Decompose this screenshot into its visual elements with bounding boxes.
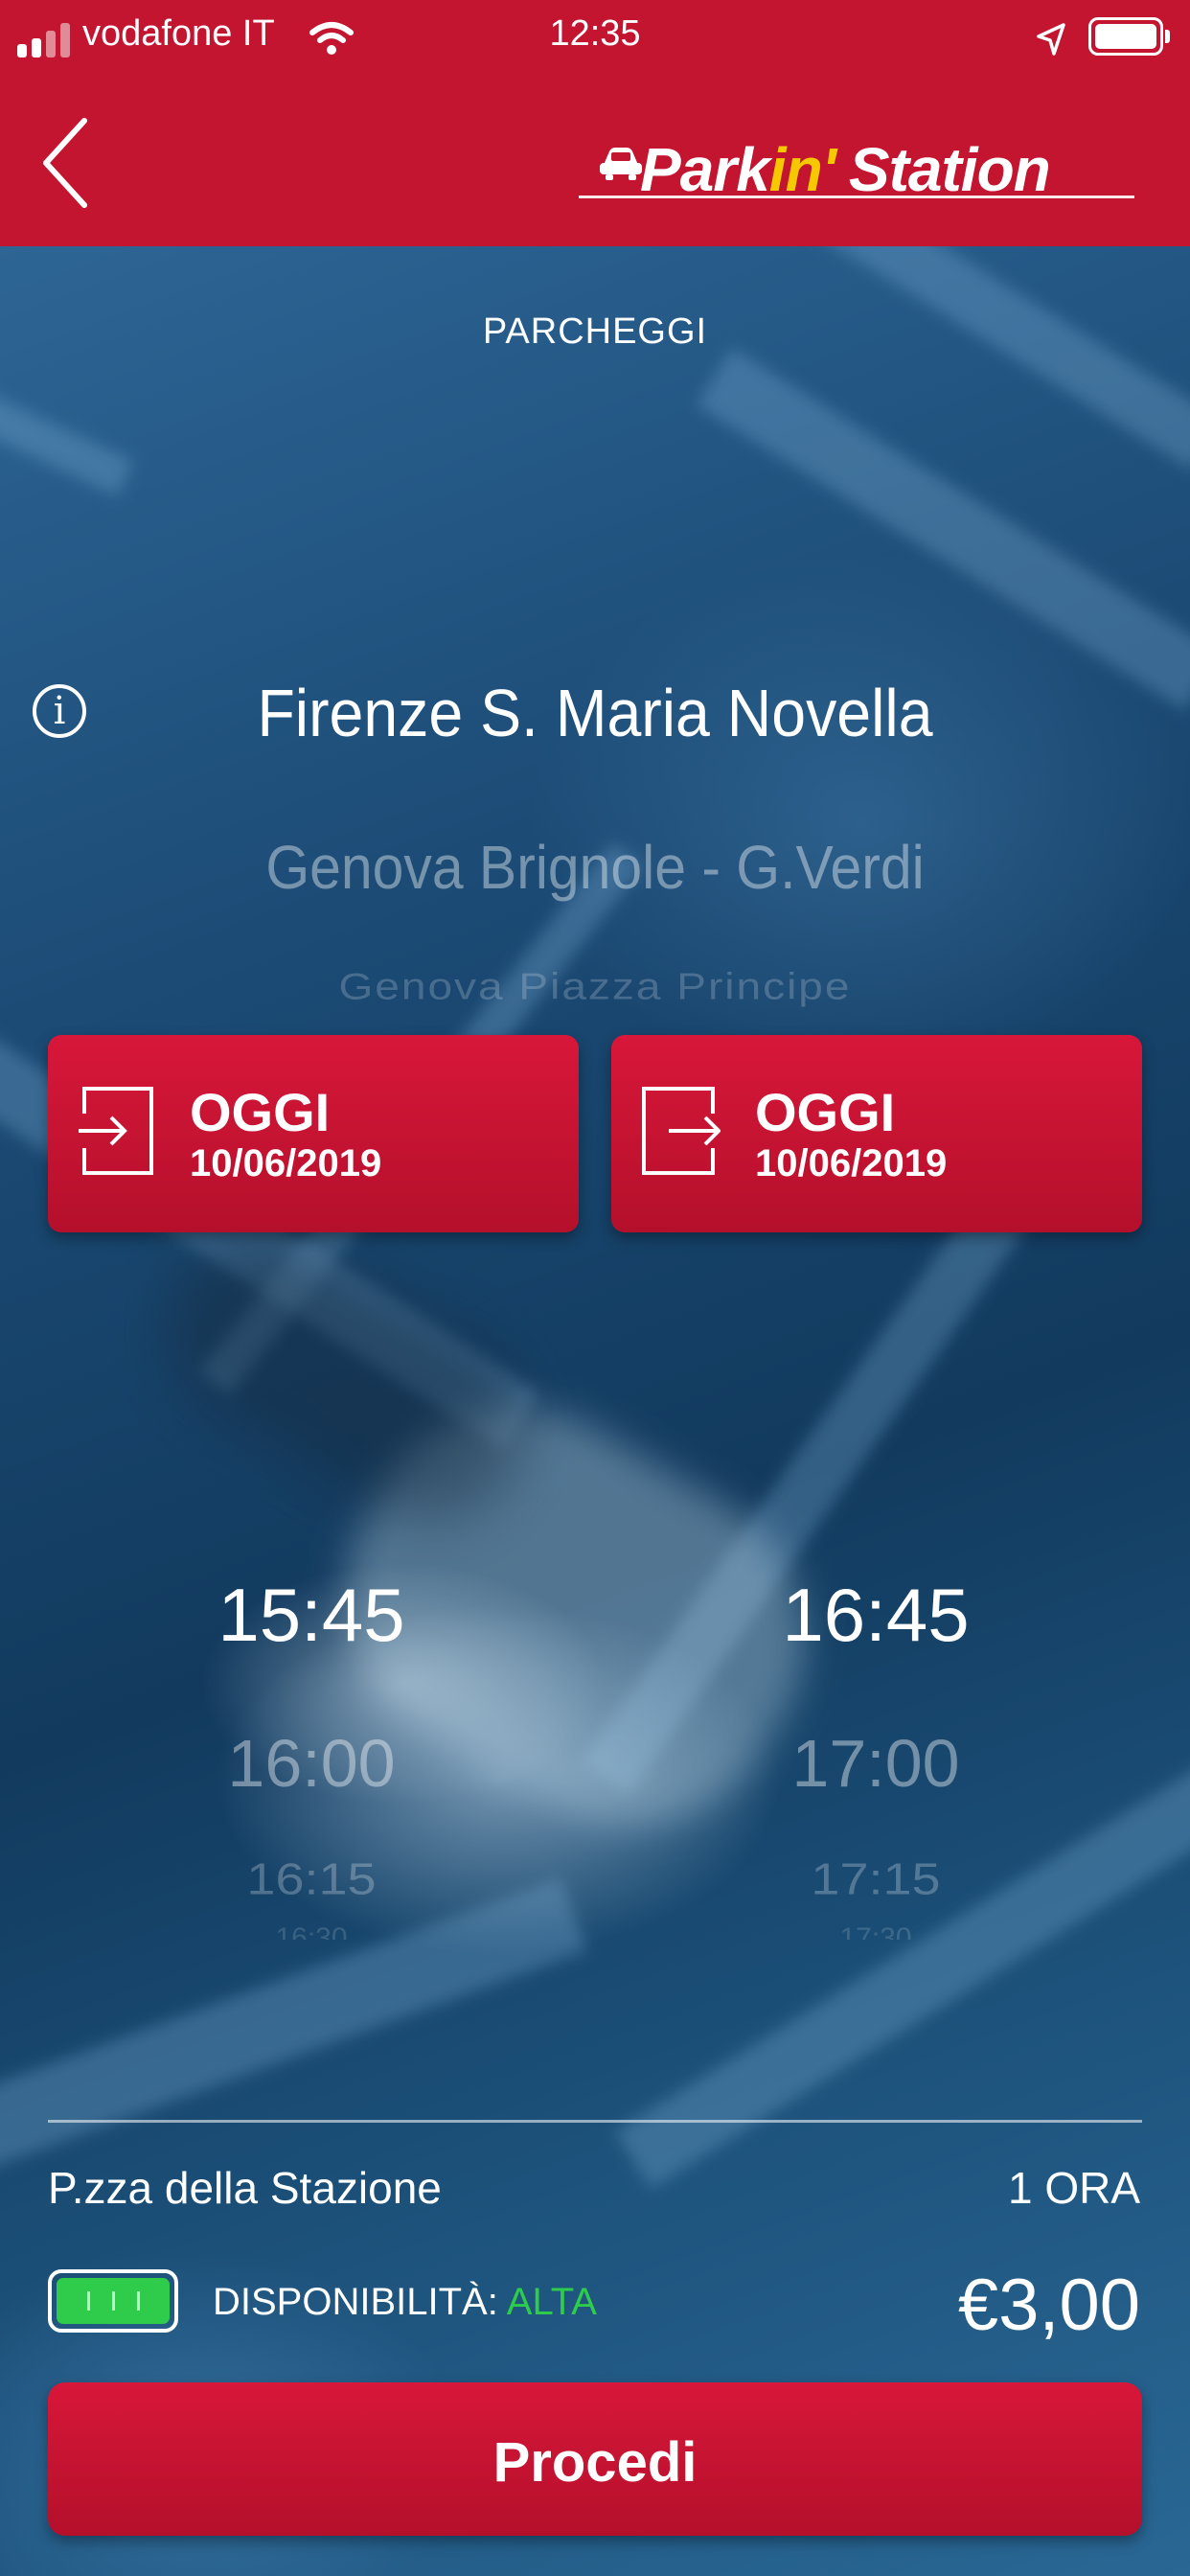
- location-option-selected[interactable]: Firenze S. Maria Novella: [48, 675, 1143, 751]
- status-bar: vodafone IT 12:35: [0, 0, 1190, 79]
- exit-icon: [642, 1087, 721, 1175]
- battery-level: [1095, 24, 1156, 49]
- location-arrow-icon: [1037, 23, 1065, 56]
- location-option[interactable]: Genova Piazza Principe: [0, 964, 1190, 1008]
- divider: [48, 2120, 1142, 2123]
- availability-label: DISPONIBILITÀ:: [213, 2281, 498, 2323]
- back-chevron-icon[interactable]: [38, 115, 92, 211]
- proceed-button[interactable]: Procedi: [48, 2382, 1142, 2536]
- entry-day-label: OGGI: [190, 1082, 331, 1142]
- brand-park: Park: [640, 135, 770, 204]
- parking-name: P.zza della Stazione: [48, 2163, 442, 2213]
- parking-background-image: [0, 246, 1190, 2576]
- exit-time-option-selected[interactable]: 16:45: [684, 1572, 1067, 1659]
- entry-date-button[interactable]: OGGI 10/06/2019: [48, 1035, 579, 1232]
- entry-time-picker[interactable]: 15:45 16:00 16:15 16:30: [120, 1552, 503, 1955]
- duration-label: 1 ORA: [1007, 2163, 1140, 2213]
- exit-time-option[interactable]: 17:30: [684, 1922, 1067, 1940]
- exit-date: 10/06/2019: [755, 1142, 948, 1184]
- entry-icon: [79, 1087, 153, 1175]
- availability-fill: [57, 2278, 170, 2324]
- exit-time-option[interactable]: 17:00: [684, 1725, 1067, 1802]
- clock: 12:35: [549, 13, 641, 54]
- page-title: PARCHEGGI: [482, 311, 708, 352]
- availability-value: ALTA: [506, 2281, 597, 2323]
- navigation-bar: Parkin' Station: [0, 79, 1190, 246]
- proceed-label: Procedi: [492, 2431, 698, 2494]
- availability-text: DISPONIBILITÀ: ALTA: [213, 2281, 597, 2324]
- price: €3,00: [957, 2265, 1140, 2346]
- brand-station: Station: [848, 135, 1051, 204]
- exit-date-button[interactable]: OGGI 10/06/2019: [611, 1035, 1142, 1232]
- car-icon: [600, 148, 642, 180]
- entry-date: 10/06/2019: [190, 1142, 382, 1184]
- exit-time-option[interactable]: 17:15: [684, 1854, 1067, 1905]
- exit-day-label: OGGI: [755, 1082, 896, 1142]
- availability-indicator: [48, 2269, 178, 2333]
- entry-time-option-selected[interactable]: 15:45: [120, 1572, 503, 1659]
- location-picker[interactable]: Firenze S. Maria Novella Genova Brignole…: [0, 661, 1190, 1025]
- exit-time-picker[interactable]: 16:45 17:00 17:15 17:30: [684, 1552, 1067, 1955]
- location-option[interactable]: Genova Brignole - G.Verdi: [48, 832, 1143, 903]
- brand-logo: Parkin' Station: [579, 134, 1134, 204]
- entry-time-option[interactable]: 16:00: [120, 1725, 503, 1802]
- battery-icon: [1088, 17, 1170, 56]
- brand-in: in': [768, 135, 836, 204]
- entry-time-option[interactable]: 16:15: [120, 1854, 503, 1905]
- entry-time-option[interactable]: 16:30: [120, 1922, 503, 1940]
